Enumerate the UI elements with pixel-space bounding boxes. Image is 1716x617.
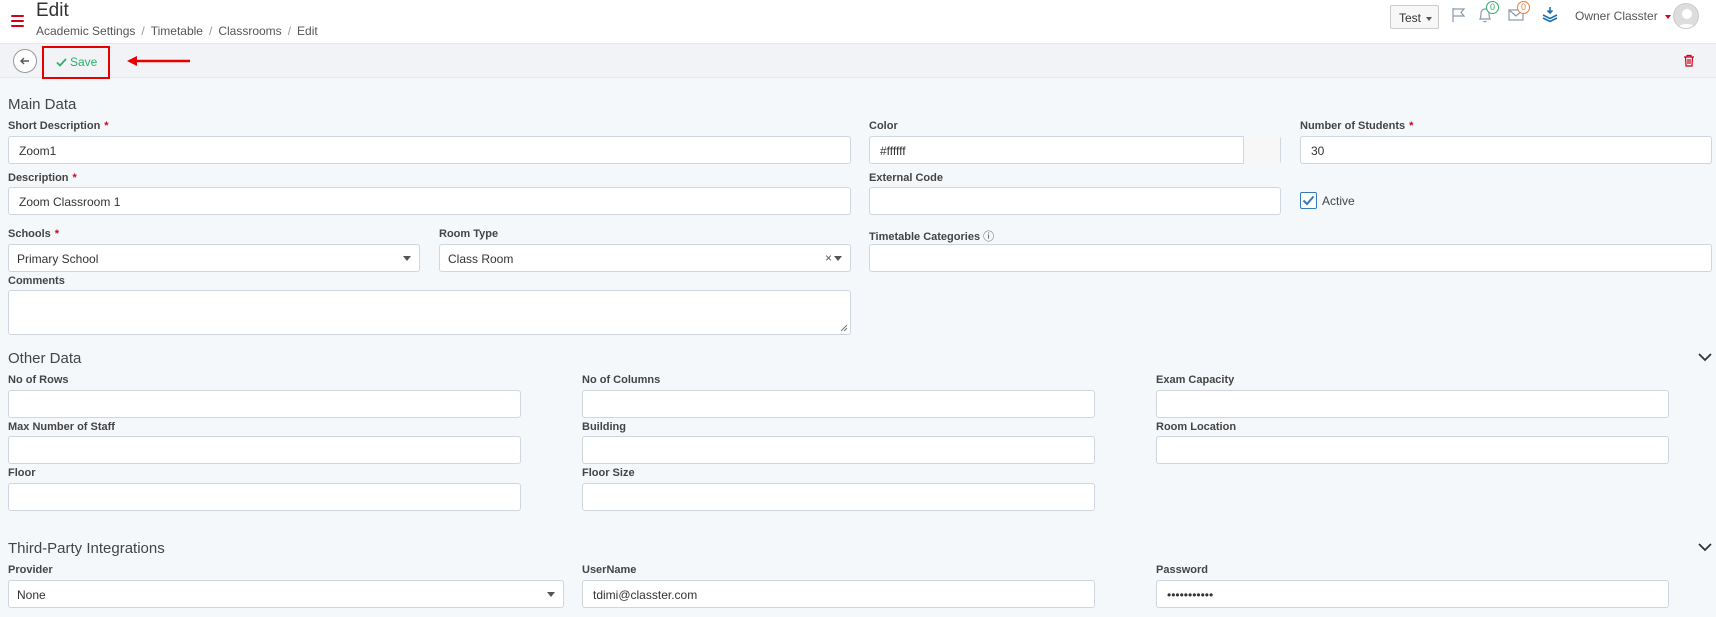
short-description-field[interactable]: Zoom1 (8, 136, 851, 164)
arrow-left-icon (20, 57, 29, 65)
provider-value: None (17, 588, 46, 602)
check-icon (1302, 195, 1315, 206)
menu-icon[interactable] (11, 15, 24, 27)
test-dropdown[interactable]: Test (1390, 5, 1439, 29)
back-button[interactable] (13, 49, 37, 73)
flag-icon[interactable] (1450, 6, 1470, 26)
breadcrumb-timetable[interactable]: Timetable (151, 24, 203, 38)
comments-textarea[interactable] (8, 290, 851, 335)
description-field[interactable]: Zoom Classroom 1 (8, 187, 851, 215)
breadcrumb-edit: Edit (297, 24, 318, 38)
notifications-badge: 0 (1486, 1, 1499, 14)
external-code-label: External Code (869, 172, 943, 184)
floor-label: Floor (8, 467, 36, 479)
building-label: Building (582, 421, 626, 433)
external-code-field[interactable] (869, 187, 1281, 215)
schools-value: Primary School (17, 252, 99, 266)
test-dropdown-label: Test (1399, 11, 1422, 25)
breadcrumb-academic-settings[interactable]: Academic Settings (36, 24, 135, 38)
building-field[interactable] (582, 436, 1095, 464)
envelope-icon[interactable]: 0 (1507, 1, 1530, 26)
max-staff-label: Max Number of Staff (8, 421, 115, 433)
chevron-down-icon (834, 256, 842, 261)
exam-capacity-field[interactable] (1156, 390, 1669, 418)
breadcrumb: Academic Settings / Timetable / Classrooms / E… (36, 24, 318, 38)
resize-handle-icon[interactable] (840, 324, 848, 332)
timetable-categories-label-text: Timetable Categories (869, 231, 981, 243)
page-title: Edit (36, 0, 69, 21)
password-field[interactable]: ••••••••••• (1156, 580, 1669, 608)
trash-icon[interactable] (1683, 54, 1695, 67)
chevron-down-icon[interactable] (1698, 543, 1712, 552)
color-field[interactable]: #ffffff (869, 136, 1281, 164)
rows-label: No of Rows (8, 374, 69, 386)
short-description-label-text: Short Description (8, 120, 101, 132)
room-type-select[interactable]: Class Room × (439, 244, 851, 272)
description-label-text: Description (8, 172, 69, 184)
avatar[interactable] (1673, 3, 1699, 29)
breadcrumb-classrooms[interactable]: Classrooms (218, 24, 281, 38)
color-swatch[interactable] (1243, 136, 1280, 164)
schools-label: Schools * (8, 228, 60, 240)
third-party-title: Third-Party Integrations (8, 540, 165, 557)
user-name[interactable]: Owner Classter (1575, 9, 1658, 23)
room-location-field[interactable] (1156, 436, 1669, 464)
layers-icon[interactable] (1541, 6, 1561, 26)
other-data-title: Other Data (8, 350, 82, 367)
students-field[interactable]: 30 (1300, 136, 1712, 164)
bell-icon[interactable]: 0 (1476, 1, 1499, 26)
rows-field[interactable] (8, 390, 521, 418)
short-description-label: Short Description * (8, 120, 109, 132)
room-type-value: Class Room (448, 252, 514, 266)
messages-badge: 0 (1517, 1, 1530, 14)
exam-capacity-label: Exam Capacity (1156, 374, 1235, 386)
info-icon[interactable]: ⓘ (983, 231, 994, 243)
floor-field[interactable] (8, 483, 521, 511)
annotation-arrow-icon (127, 56, 190, 66)
floor-size-label: Floor Size (582, 467, 635, 479)
students-label-text: Number of Students (1300, 120, 1406, 132)
max-staff-field[interactable] (8, 436, 521, 464)
schools-label-text: Schools (8, 228, 51, 240)
provider-label: Provider (8, 564, 53, 576)
username-label: UserName (582, 564, 637, 576)
timetable-categories-field[interactable] (869, 244, 1712, 272)
clear-icon[interactable]: × (825, 251, 832, 265)
active-checkbox[interactable] (1300, 192, 1317, 209)
color-label: Color (869, 120, 898, 132)
columns-label: No of Columns (582, 374, 661, 386)
description-label: Description * (8, 172, 77, 184)
chevron-down-icon[interactable] (1665, 15, 1671, 19)
schools-select[interactable]: Primary School (8, 244, 420, 272)
toolbar: Save (0, 44, 1716, 79)
floor-size-field[interactable] (582, 483, 1095, 511)
active-label: Active (1322, 194, 1355, 208)
comments-label: Comments (8, 275, 65, 287)
chevron-down-icon (1426, 16, 1433, 21)
columns-field[interactable] (582, 390, 1095, 418)
chevron-down-icon (547, 592, 555, 597)
password-label: Password (1156, 564, 1208, 576)
username-field[interactable]: tdimi@classter.com (582, 580, 1095, 608)
save-highlight-box (42, 46, 110, 79)
room-location-label: Room Location (1156, 421, 1237, 433)
timetable-categories-label: Timetable Categories ⓘ (869, 228, 994, 244)
provider-select[interactable]: None (8, 580, 564, 608)
chevron-down-icon[interactable] (1698, 353, 1712, 362)
room-type-label: Room Type (439, 228, 499, 240)
students-label: Number of Students * (1300, 120, 1414, 132)
main-data-title: Main Data (8, 96, 77, 113)
chevron-down-icon (403, 256, 411, 261)
header: Edit Academic Settings / Timetable / Classro… (0, 0, 1716, 44)
